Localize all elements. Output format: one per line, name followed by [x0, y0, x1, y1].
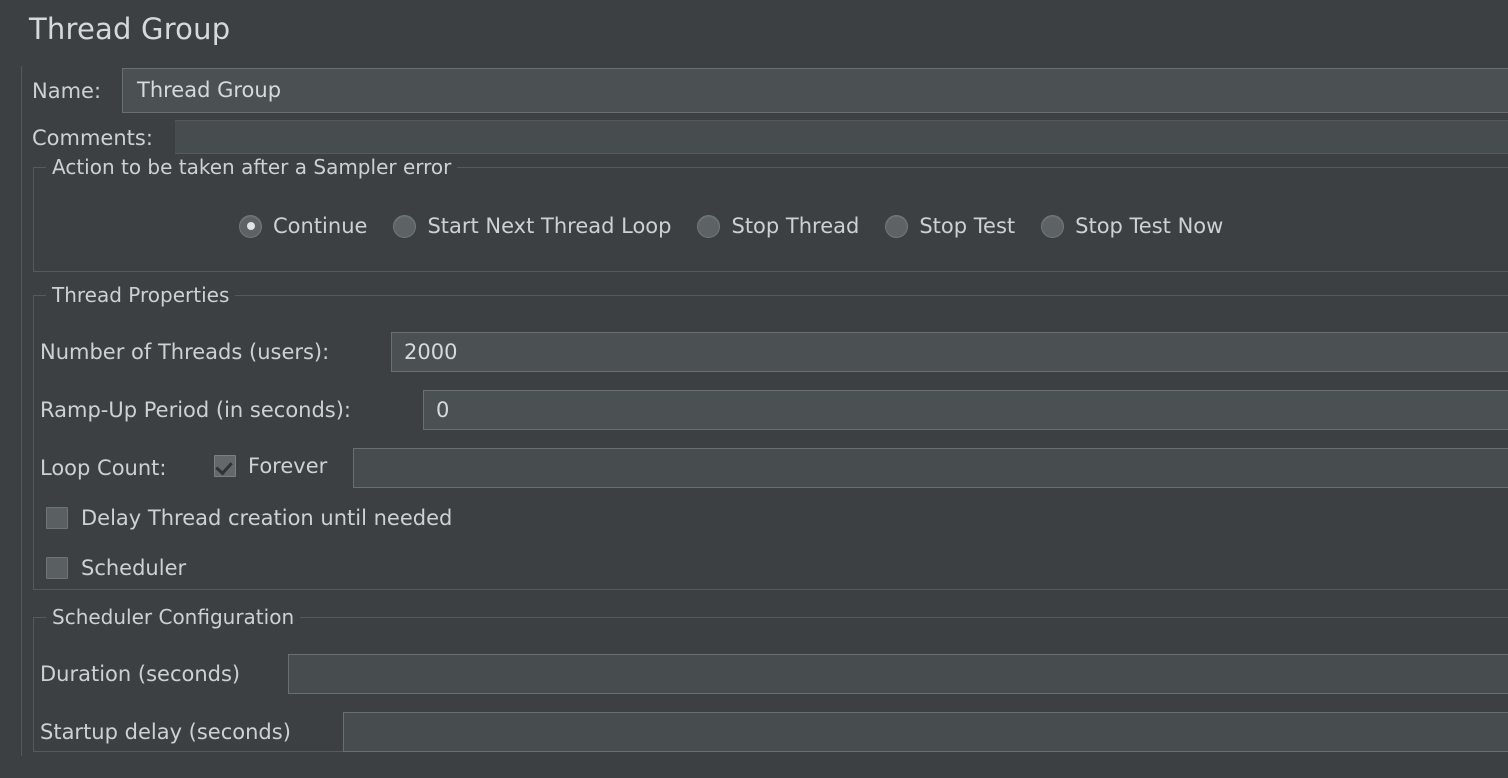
duration-label: Duration (seconds) — [40, 662, 241, 686]
duration-row: Duration (seconds) — [34, 654, 1508, 694]
checkbox-icon-delay-thread-creation[interactable] — [46, 507, 68, 529]
loop-forever-label: Forever — [248, 454, 328, 478]
loop-count-input[interactable] — [353, 448, 1508, 488]
name-row: Name: Thread Group — [22, 68, 1508, 113]
scheduler-configuration-group: Scheduler Configuration Duration (second… — [33, 605, 1508, 752]
radio-icon-start-next-thread-loop[interactable] — [393, 214, 417, 238]
comments-row: Comments: — [22, 120, 1508, 158]
comments-input[interactable] — [175, 120, 1508, 154]
radio-label-stop-test: Stop Test — [919, 214, 1016, 238]
radio-icon-stop-test-now[interactable] — [1041, 214, 1065, 238]
startup-delay-input[interactable] — [343, 712, 1508, 752]
thread-properties-group: Thread Properties Number of Threads (use… — [33, 283, 1508, 590]
ramp-up-period-row: Ramp-Up Period (in seconds): 0 — [34, 390, 1508, 430]
delay-thread-creation-label: Delay Thread creation until needed — [81, 506, 453, 530]
delay-thread-creation-checkbox-row[interactable]: Delay Thread creation until needed — [46, 506, 452, 530]
radio-label-start-next-thread-loop: Start Next Thread Loop — [427, 214, 672, 238]
sampler-error-legend: Action to be taken after a Sampler error — [46, 155, 458, 179]
checkbox-icon-forever[interactable] — [214, 455, 236, 477]
radio-label-continue: Continue — [273, 214, 368, 238]
radio-option-continue[interactable]: Continue — [239, 214, 367, 238]
number-of-threads-input[interactable]: 2000 — [391, 332, 1508, 372]
radio-icon-continue[interactable] — [239, 214, 262, 238]
ramp-up-period-value: 0 — [436, 398, 450, 422]
sampler-error-group: Action to be taken after a Sampler error… — [33, 155, 1508, 272]
ramp-up-period-input[interactable]: 0 — [423, 390, 1508, 430]
comments-label: Comments: — [32, 126, 153, 150]
scheduler-configuration-legend: Scheduler Configuration — [46, 605, 301, 629]
checkbox-icon-scheduler[interactable] — [46, 557, 68, 579]
name-input-value: Thread Group — [137, 78, 282, 102]
radio-option-stop-thread[interactable]: Stop Thread — [697, 214, 859, 238]
radio-label-stop-test-now: Stop Test Now — [1075, 214, 1224, 238]
loop-count-row: Loop Count: Forever — [34, 448, 1508, 488]
startup-delay-row: Startup delay (seconds) — [34, 712, 1508, 752]
thread-group-panel: Thread Group Name: Thread Group Comments… — [0, 0, 1508, 778]
radio-option-stop-test-now[interactable]: Stop Test Now — [1041, 214, 1223, 238]
ramp-up-period-label: Ramp-Up Period (in seconds): — [40, 398, 352, 422]
radio-option-start-next-thread-loop[interactable]: Start Next Thread Loop — [393, 214, 671, 238]
page-title: Thread Group — [29, 12, 231, 46]
radio-icon-stop-thread[interactable] — [697, 214, 721, 238]
radio-option-stop-test[interactable]: Stop Test — [885, 214, 1015, 238]
startup-delay-label: Startup delay (seconds) — [40, 720, 291, 744]
number-of-threads-row: Number of Threads (users): 2000 — [34, 332, 1508, 372]
thread-properties-legend: Thread Properties — [46, 283, 236, 307]
radio-icon-stop-test[interactable] — [885, 214, 909, 238]
scheduler-checkbox-row[interactable]: Scheduler — [46, 556, 186, 580]
name-label: Name: — [32, 79, 102, 103]
loop-forever-checkbox-row[interactable]: Forever — [214, 454, 327, 478]
scheduler-label: Scheduler — [81, 556, 187, 580]
duration-input[interactable] — [288, 654, 1508, 694]
sampler-error-radio-group: Continue Start Next Thread Loop Stop Thr… — [239, 214, 1223, 238]
number-of-threads-value: 2000 — [404, 340, 458, 364]
loop-count-label: Loop Count: — [40, 456, 167, 480]
number-of-threads-label: Number of Threads (users): — [40, 340, 330, 364]
name-input[interactable]: Thread Group — [122, 68, 1508, 113]
radio-label-stop-thread: Stop Thread — [731, 214, 860, 238]
